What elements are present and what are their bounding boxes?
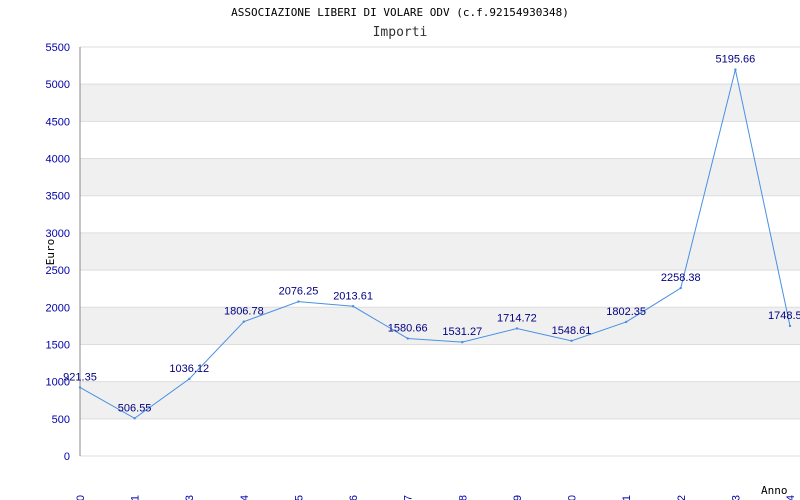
data-point [679,286,682,290]
y-tick-label: 4500 [46,116,70,128]
x-tick-label: 2021 [621,495,633,500]
grid-band [80,158,800,196]
data-label: 506.55 [118,402,152,414]
x-tick-label: 2015 [293,495,305,500]
data-point [406,337,409,340]
y-tick-label: 2000 [46,302,70,314]
data-point [788,324,792,328]
y-tick-label: 1500 [46,339,70,351]
data-point [78,386,82,389]
x-tick-label: 2018 [457,495,469,500]
data-point [461,340,464,344]
grid-band [80,307,800,345]
y-axis-label: Euro [44,239,57,266]
data-point [734,68,737,71]
data-point [188,377,191,381]
y-tick-label: 5500 [46,42,70,54]
x-tick-label: 2010 [75,495,87,500]
data-point [297,300,300,303]
x-tick-label: 2016 [348,495,360,500]
grid-band [80,232,800,271]
data-point [351,305,355,308]
x-tick-label: 2019 [512,495,524,500]
data-label: 2258.38 [661,272,701,284]
x-axis-label: Anno [761,484,788,497]
y-tick-label: 3500 [46,191,70,203]
data-point [624,320,628,324]
data-point [515,327,519,330]
data-label: 1806.78 [224,306,264,318]
data-label: 1580.66 [388,322,428,334]
data-label: 5195.66 [716,54,756,66]
x-tick-label: 2020 [567,495,579,500]
data-label: 2013.61 [333,290,373,302]
data-label: 1748.5 [768,310,800,322]
x-tick-label: 2013 [184,495,196,500]
y-tick-label: 5000 [46,79,70,91]
y-tick-label: 500 [52,414,70,426]
y-tick-label: 3000 [46,228,70,240]
x-tick-label: 2014 [239,495,251,500]
x-tick-label: 2017 [403,495,415,500]
data-label: 1531.27 [442,326,482,338]
y-tick-label: 0 [64,451,70,463]
line-chart: 0500100015002000250030003500400045005000… [44,42,800,500]
y-tick-label: 4000 [46,154,70,166]
grid-band [80,84,800,122]
data-label: 1548.61 [552,325,592,337]
data-label: 2076.25 [279,286,319,298]
data-label: 921.35 [63,371,97,383]
x-tick-labels: 2010 2011 2013 2014 2015 2016 2017 2018 2019 2020… [75,495,797,500]
grid-band [80,381,800,419]
data-point [242,320,246,323]
data-label: 1802.35 [606,306,646,318]
data-label: 1036.12 [169,363,209,375]
y-tick-label: 2500 [46,265,70,277]
data-label: 1714.72 [497,312,537,324]
data-point [133,417,136,420]
data-point [570,339,573,343]
x-tick-label: 2022 [676,495,688,500]
x-tick-label: 2011 [130,495,142,500]
x-tick-label: 2023 [730,495,742,500]
